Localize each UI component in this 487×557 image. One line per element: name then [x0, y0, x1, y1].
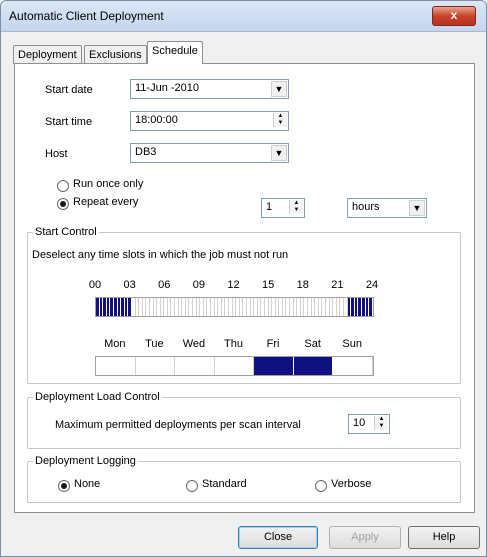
max-deployments-value: 10 [353, 417, 366, 429]
run-once-radio[interactable] [57, 180, 69, 192]
repeat-unit-value: hours [352, 201, 380, 213]
spin-arrows-icon[interactable]: ▲ ▼ [374, 416, 388, 430]
hour-tick-label: 00 [88, 279, 102, 291]
repeat-count-value: 1 [266, 201, 273, 213]
apply-button-label: Apply [351, 531, 379, 543]
hour-tick-label: 03 [123, 279, 136, 291]
logging-standard-radio[interactable] [186, 480, 198, 492]
start-time-field[interactable]: 18:00:00 ▲ ▼ [130, 111, 289, 131]
run-once-label: Run once only [73, 178, 144, 190]
repeat-count-stepper[interactable]: 1 ▲ ▼ [261, 198, 305, 218]
logging-none-label: None [74, 478, 101, 490]
max-deployments-label: Maximum permitted deployments per scan i… [55, 419, 301, 431]
chevron-down-icon: ▼ [409, 200, 425, 216]
spin-arrows-icon[interactable]: ▲ ▼ [289, 200, 303, 214]
day-tick-label: Tue [145, 338, 164, 350]
host-dropdown[interactable]: DB3 ▼ [130, 143, 289, 163]
load-control-group: Deployment Load Control Maximum permitte… [27, 391, 461, 449]
start-control-instruction: Deselect any time slots in which the job… [32, 249, 289, 261]
repeat-every-label: Repeat every [73, 196, 139, 208]
hour-tick-label: 15 [262, 279, 275, 291]
logging-title: Deployment Logging [33, 455, 138, 467]
schedule-panel: Start date 11-Jun -2010 ▼ Start time 18:… [14, 63, 475, 513]
start-date-label: Start date [45, 84, 93, 96]
logging-none-radio[interactable] [58, 480, 70, 492]
start-date-value: 11-Jun -2010 [135, 82, 200, 94]
tab-exclusions[interactable]: Exclusions [84, 45, 147, 64]
day-tick-label: Fri [266, 338, 280, 350]
window-title: Automatic Client Deployment [9, 9, 164, 23]
hour-slot-grid[interactable] [95, 297, 374, 317]
logging-group: Deployment Logging None Standard Verbose [27, 455, 461, 503]
hour-slot[interactable] [369, 298, 373, 316]
help-button[interactable]: Help [408, 526, 480, 549]
spin-arrows-icon[interactable]: ▲ ▼ [273, 113, 287, 127]
tab-label: Exclusions [89, 49, 142, 61]
day-slot-grid[interactable] [95, 356, 374, 376]
chevron-down-icon: ▼ [271, 145, 287, 161]
dialog-window: Automatic Client Deployment x Deployment… [0, 0, 487, 557]
close-button-label: Close [263, 531, 293, 543]
repeat-every-radio[interactable] [57, 198, 69, 210]
tab-label: Schedule [152, 45, 198, 57]
start-time-label: Start time [45, 116, 93, 128]
tab-deployment[interactable]: Deployment [13, 45, 82, 64]
tab-label: Deployment [18, 49, 77, 61]
logging-standard-label: Standard [202, 478, 247, 490]
close-icon: x [450, 8, 458, 22]
hour-tick-label: 09 [192, 279, 205, 291]
repeat-unit-dropdown[interactable]: hours ▼ [347, 198, 427, 218]
close-button[interactable]: Close [238, 526, 318, 549]
day-slot-wed[interactable] [175, 357, 215, 375]
day-tick-label: Wed [182, 338, 206, 350]
close-window-button[interactable]: x [432, 6, 476, 26]
chevron-down-icon: ▼ [271, 81, 287, 97]
day-tick-label: Sun [342, 338, 362, 350]
start-time-value: 18:00:00 [135, 114, 178, 126]
day-tick-label: Thu [224, 338, 243, 350]
host-label: Host [45, 148, 68, 160]
day-slot-fri[interactable] [254, 357, 294, 375]
hour-tick-label: 21 [331, 279, 344, 291]
logging-verbose-radio[interactable] [315, 480, 327, 492]
tab-schedule[interactable]: Schedule [147, 41, 203, 64]
host-value: DB3 [135, 146, 157, 158]
hour-tick-label: 18 [296, 279, 309, 291]
day-slot-sat[interactable] [293, 357, 334, 375]
help-button-label: Help [432, 531, 456, 543]
day-slot-thu[interactable] [214, 357, 255, 375]
day-slot-sun[interactable] [333, 357, 374, 375]
day-tick-label: Sat [304, 338, 321, 350]
title-bar: Automatic Client Deployment x [1, 1, 486, 32]
day-tick-label: Mon [104, 338, 126, 350]
load-control-title: Deployment Load Control [33, 391, 162, 403]
logging-verbose-label: Verbose [331, 478, 372, 490]
day-slot-tue[interactable] [135, 357, 176, 375]
hour-tick-label: 12 [227, 279, 240, 291]
start-control-title: Start Control [33, 226, 99, 238]
start-control-group: Start Control Deselect any time slots in… [27, 226, 461, 384]
apply-button[interactable]: Apply [329, 526, 401, 549]
hour-tick-label: 24 [365, 279, 379, 291]
hour-tick-label: 06 [158, 279, 171, 291]
max-deployments-stepper[interactable]: 10 ▲ ▼ [348, 414, 390, 434]
day-slot-mon[interactable] [96, 357, 136, 375]
start-date-picker[interactable]: 11-Jun -2010 ▼ [130, 79, 289, 99]
